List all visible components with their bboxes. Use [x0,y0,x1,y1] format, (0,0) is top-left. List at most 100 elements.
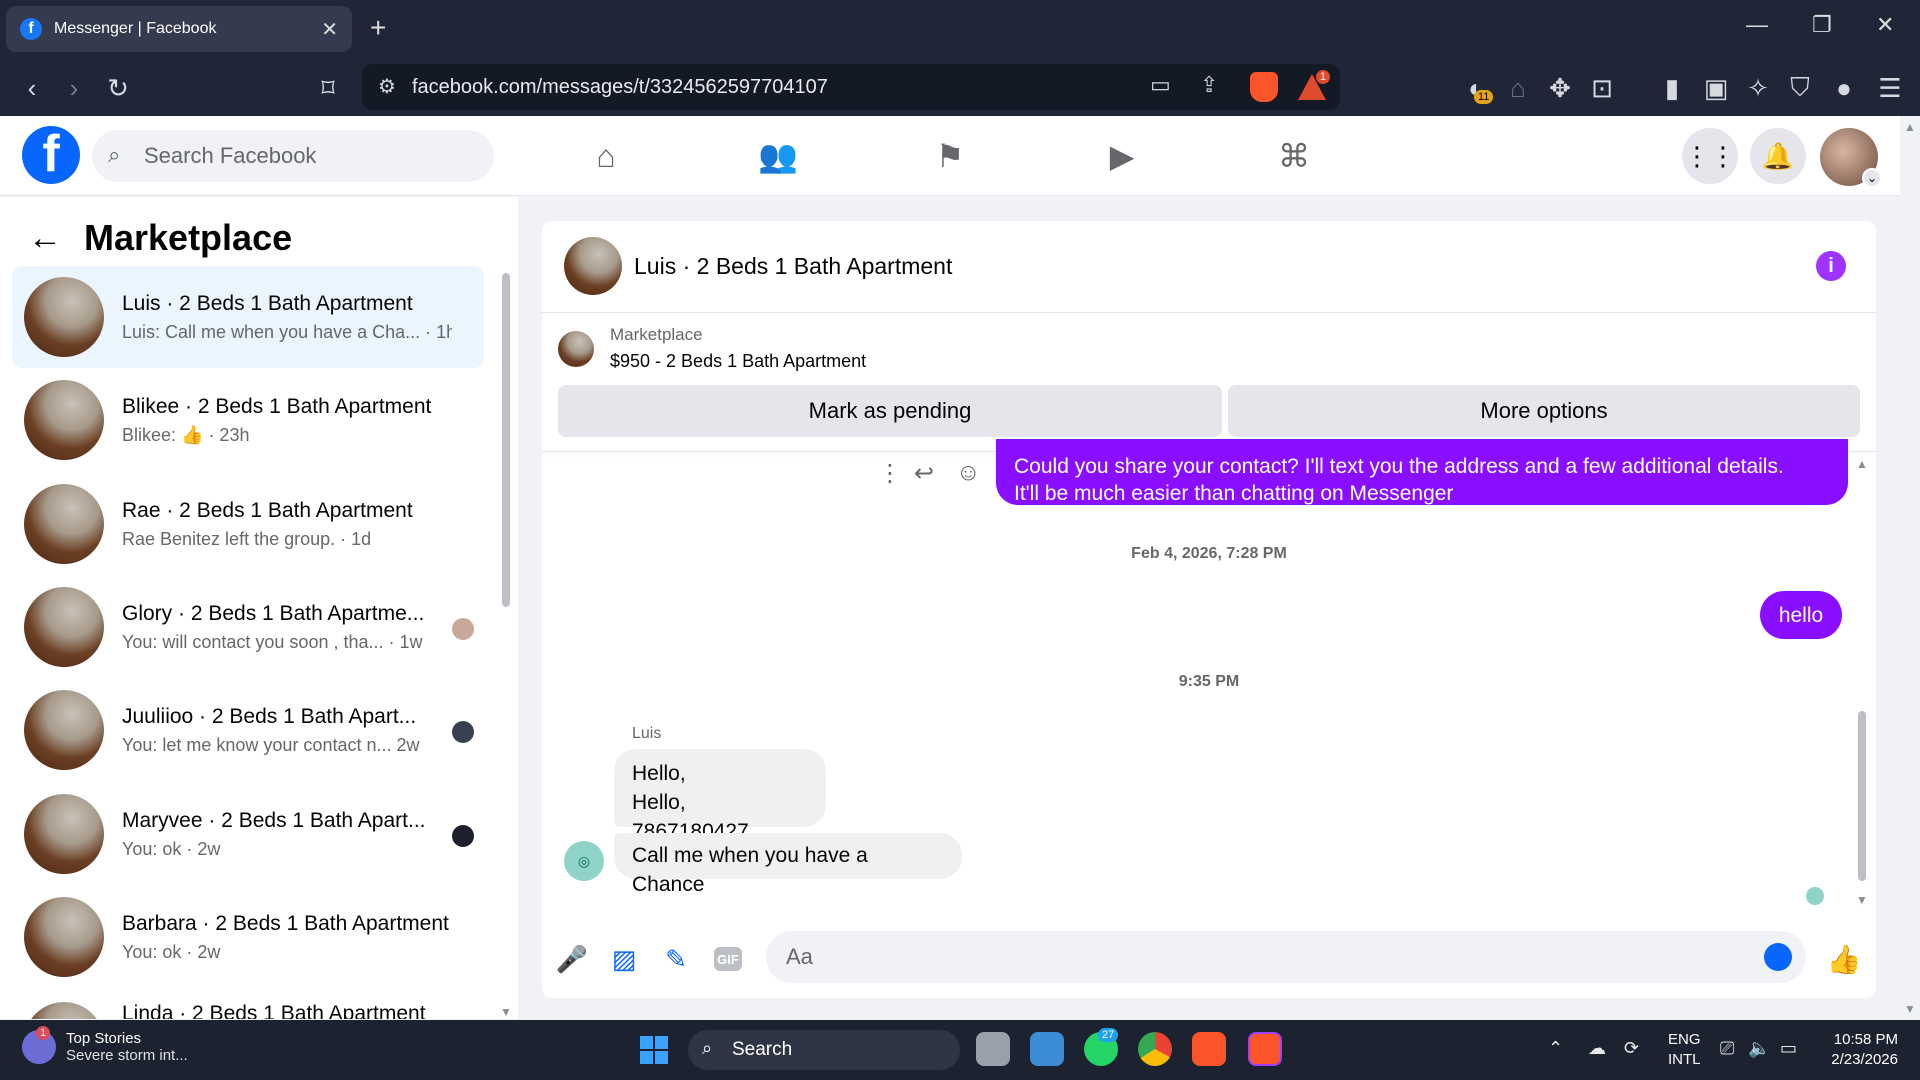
notepad-icon[interactable] [1030,1032,1064,1066]
sticker-icon[interactable]: ✎ [660,943,692,975]
brave-nightly-icon[interactable] [1248,1032,1282,1066]
more-options-button[interactable]: More options [1228,385,1860,437]
conversation-item[interactable]: Juuliioo · 2 Beds 1 Bath Apart... You: l… [12,679,484,781]
restore-icon[interactable]: ❐ [1812,12,1832,38]
emoji-icon[interactable] [1764,943,1792,971]
puzzle-icon[interactable]: ✥ [1542,70,1578,106]
conversation-item[interactable]: Luis · 2 Beds 1 Bath Apartment Luis: Cal… [12,266,484,368]
page-scroll-down-icon[interactable]: ▼ [1904,1002,1916,1016]
reader-icon[interactable]: ⊡ [1584,70,1620,106]
conversation-item[interactable]: Blikee · 2 Beds 1 Bath Apartment Blikee:… [12,369,484,471]
listing-thumbnail [24,484,104,564]
facebook-search-input[interactable]: ⌕ Search Facebook [92,130,494,182]
microphone-icon[interactable]: 🎤 [556,943,588,975]
friends-icon[interactable]: 👥 [756,134,800,178]
new-tab-icon[interactable]: + [370,12,386,44]
back-icon[interactable]: ‹ [14,70,50,106]
show-hidden-icons-icon[interactable]: ⌃ [1548,1038,1563,1059]
wallet-icon[interactable]: ▣ [1698,70,1734,106]
reply-icon[interactable]: ↩ [914,459,934,488]
start-menu-icon[interactable] [640,1036,668,1064]
address-bar[interactable]: ⚙ facebook.com/messages/t/33245625977041… [362,64,1340,110]
profile-menu-icon[interactable]: ● [1826,70,1862,106]
listing-thumbnail [24,380,104,460]
chat-avatar[interactable] [564,237,622,295]
conversation-item[interactable]: Rae · 2 Beds 1 Bath Apartment Rae Benite… [12,473,484,575]
network-icon[interactable]: ⎚ [1720,1038,1734,1059]
bookmark-icon[interactable]: ⌑ [310,70,346,106]
cast-icon[interactable]: ▭ [1150,72,1171,98]
home-icon[interactable]: ⌂ [584,134,628,178]
outgoing-message[interactable]: hello [1760,591,1842,639]
conversation-name: Linda · 2 Beds 1 Bath Apartment [122,1002,426,1019]
sidebar-toggle-icon[interactable]: ▮ [1654,70,1690,106]
pages-flag-icon[interactable]: ⚑ [928,134,972,178]
conversation-item[interactable]: Linda · 2 Beds 1 Bath Apartment [12,990,484,1019]
wallet-extension-icon[interactable]: ⌂ [1500,70,1536,106]
vpn-icon[interactable]: ⛉ [1782,70,1818,106]
more-actions-icon[interactable]: ⋮ [878,459,902,488]
language-indicator[interactable]: ENG INTL [1668,1030,1701,1070]
system-clock[interactable]: 10:58 PM 2/23/2026 [1822,1030,1898,1070]
sender-avatar[interactable]: ◎ [564,841,604,881]
message-input[interactable]: Aa [766,931,1806,983]
window-close-icon[interactable]: ✕ [1876,12,1894,38]
chat-scrollbar[interactable] [1858,711,1866,881]
conversation-item[interactable]: Maryvee · 2 Beds 1 Bath Apart... You: ok… [12,783,484,885]
marketplace-icon[interactable]: ⌘ [1272,134,1316,178]
minimize-icon[interactable]: — [1746,12,1768,38]
message-line: It'll be much easier than chatting on Me… [1014,482,1454,505]
search-icon: ⌕ [702,1038,713,1058]
facebook-logo-icon[interactable]: f [22,126,80,184]
chevron-down-icon[interactable]: ⌄ [1862,168,1882,188]
chat-scroll-up-icon[interactable]: ▲ [1856,457,1868,471]
share-icon[interactable]: ⇪ [1200,72,1218,98]
brave-icon[interactable] [1192,1032,1226,1066]
conversation-item[interactable]: Barbara · 2 Beds 1 Bath Apartment You: o… [12,886,484,988]
like-thumb-icon[interactable]: 👍 [1827,943,1862,975]
close-tab-icon[interactable]: ✕ [321,17,338,42]
react-emoji-icon[interactable]: ☺ [956,459,981,487]
outgoing-message[interactable]: Could you share your contact? I'll text … [996,439,1848,505]
back-arrow-icon[interactable]: ← [28,219,62,258]
onedrive-icon[interactable]: ☁ [1588,1038,1606,1059]
conversation-item[interactable]: Glory · 2 Beds 1 Bath Apartme... You: wi… [12,576,484,678]
incoming-message[interactable]: Call me when you have a Chance [614,833,962,896]
language-code: ENG [1668,1031,1701,1048]
composer-placeholder: Aa [786,944,813,969]
news-widget[interactable]: 1 Top Stories Severe storm int... [22,1026,188,1064]
keyboard-layout: INTL [1668,1051,1701,1068]
page-scroll-up-icon[interactable]: ▲ [1904,120,1916,134]
chat-title[interactable]: Luis · 2 Beds 1 Bath Apartment [634,253,952,280]
info-icon[interactable]: i [1816,251,1846,281]
video-icon[interactable]: ▶ [1100,134,1144,178]
chrome-icon[interactable] [1138,1032,1172,1066]
sync-icon[interactable]: ⟳ [1624,1038,1639,1059]
gif-icon[interactable]: GIF [714,947,742,971]
conversation-name: Rae · 2 Beds 1 Bath Apartment [122,498,413,522]
battery-icon[interactable]: ▭ [1780,1038,1797,1059]
browser-tab[interactable]: f Messenger | Facebook ✕ [6,6,352,52]
leo-ai-icon[interactable]: ✧ [1740,70,1776,106]
reload-icon[interactable]: ↻ [100,70,136,106]
profile-avatar[interactable]: ⌄ [1820,128,1882,188]
notifications-icon[interactable]: 🔔 [1750,128,1806,184]
taskbar-search[interactable]: ⌕ Search [688,1030,960,1070]
forward-icon[interactable]: › [56,70,92,106]
mark-as-pending-button[interactable]: Mark as pending [558,385,1222,437]
facebook-favicon-icon: f [20,18,42,40]
incoming-message[interactable]: Hello, Hello, 7867180427 [614,749,826,843]
volume-icon[interactable]: 🔈 [1748,1038,1770,1059]
menu-icon[interactable]: ☰ [1872,70,1908,106]
taskbar-search-label: Search [732,1039,793,1060]
apps-menu-icon[interactable]: ⋮⋮ [1682,128,1738,184]
search-icon: ⌕ [108,142,121,167]
list-scroll-down-icon[interactable]: ▼ [500,1005,512,1019]
photo-icon[interactable]: ▨ [608,943,640,975]
list-scrollbar[interactable] [502,273,510,607]
brave-shields-icon[interactable] [1250,72,1278,102]
listing-thumbnail [24,897,104,977]
site-settings-icon[interactable]: ⚙ [378,74,396,99]
chat-scroll-down-icon[interactable]: ▼ [1856,893,1868,907]
task-view-icon[interactable] [976,1032,1010,1066]
